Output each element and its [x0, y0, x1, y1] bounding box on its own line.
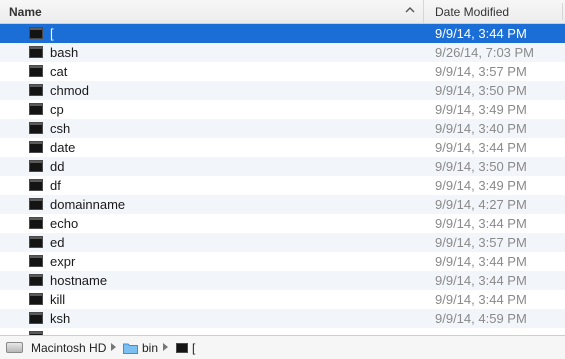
file-date-modified: 9/9/14, 3:44 PM	[435, 254, 527, 269]
file-row[interactable]: cat 9/9/14, 3:57 PM	[0, 62, 565, 81]
file-date-modified: 9/9/14, 4:27 PM	[435, 197, 527, 212]
file-row[interactable]: csh 9/9/14, 3:40 PM	[0, 119, 565, 138]
file-date-modified: 9/26/14, 7:03 PM	[435, 45, 535, 60]
terminal-exec-icon	[29, 103, 43, 115]
file-name: cat	[50, 64, 68, 79]
terminal-exec-icon	[29, 236, 43, 248]
path-item-macintosh-hd[interactable]: Macintosh HD	[31, 341, 106, 355]
terminal-exec-icon	[29, 46, 43, 58]
column-divider	[562, 3, 563, 20]
file-name: csh	[50, 121, 71, 136]
file-row[interactable]: ed 9/9/14, 3:57 PM	[0, 233, 565, 252]
file-name: date	[50, 140, 76, 155]
file-row[interactable]: kill 9/9/14, 3:44 PM	[0, 290, 565, 309]
path-item-bracket[interactable]: [	[192, 341, 195, 355]
file-date-modified: 9/9/14, 3:50 PM	[435, 83, 527, 98]
hard-disk-icon	[6, 342, 23, 353]
file-date-modified: 9/9/14, 3:57 PM	[435, 64, 527, 79]
file-name: cp	[50, 102, 64, 117]
file-name: domainname	[50, 197, 126, 212]
terminal-exec-icon	[29, 217, 43, 229]
file-date-modified: 9/9/14, 3:44 PM	[435, 273, 527, 288]
file-date-modified: 9/9/14, 3:44 PM	[435, 140, 527, 155]
file-row[interactable]: [9/9/14, 3:44 PM	[0, 24, 565, 43]
file-date-modified: 9/9/14, 4:59 PM	[435, 311, 527, 326]
terminal-exec-icon	[29, 198, 43, 210]
file-row[interactable]: dd 9/9/14, 3:50 PM	[0, 157, 565, 176]
path-bar: Macintosh HD bin [	[0, 335, 565, 359]
file-row[interactable]	[0, 328, 565, 335]
file-row[interactable]: bash 9/26/14, 7:03 PM	[0, 43, 565, 62]
file-name: hostname	[50, 273, 108, 288]
file-row[interactable]: expr 9/9/14, 3:44 PM	[0, 252, 565, 271]
path-separator-icon	[163, 343, 168, 351]
terminal-exec-icon	[29, 274, 43, 286]
terminal-exec-icon	[29, 65, 43, 77]
file-name: kill	[50, 292, 66, 307]
file-name: [	[50, 26, 54, 41]
terminal-exec-icon	[29, 84, 43, 96]
file-row[interactable]: hostname 9/9/14, 3:44 PM	[0, 271, 565, 290]
file-row[interactable]: date 9/9/14, 3:44 PM	[0, 138, 565, 157]
path-separator-icon	[111, 343, 116, 351]
chevron-up-icon	[405, 7, 415, 13]
file-date-modified: 9/9/14, 3:40 PM	[435, 121, 527, 136]
name-column-header[interactable]: Name	[0, 0, 424, 23]
terminal-exec-icon	[29, 255, 43, 267]
terminal-exec-icon	[29, 312, 43, 324]
name-column-label: Name	[9, 5, 42, 19]
file-date-modified: 9/9/14, 3:57 PM	[435, 235, 527, 250]
date-modified-column-header[interactable]: Date Modified	[424, 0, 565, 23]
file-row[interactable]: domainname 9/9/14, 4:27 PM	[0, 195, 565, 214]
terminal-exec-icon	[29, 160, 43, 172]
terminal-exec-icon	[29, 141, 43, 153]
file-name: expr	[50, 254, 76, 269]
date-modified-column-label: Date Modified	[435, 5, 510, 19]
folder-icon	[123, 343, 138, 354]
file-date-modified: 9/9/14, 3:44 PM	[435, 26, 527, 41]
file-name: chmod	[50, 83, 90, 98]
file-date-modified: 9/9/14, 3:49 PM	[435, 102, 527, 117]
path-item-bin[interactable]: bin	[142, 341, 158, 355]
file-row[interactable]: df 9/9/14, 3:49 PM	[0, 176, 565, 195]
file-row[interactable]: ksh 9/9/14, 4:59 PM	[0, 309, 565, 328]
file-row[interactable]: cp 9/9/14, 3:49 PM	[0, 100, 565, 119]
file-name: bash	[50, 45, 79, 60]
terminal-exec-icon	[29, 293, 43, 305]
file-list: [9/9/14, 3:44 PM bash 9/26/14, 7:03 PM cat 9…	[0, 24, 565, 335]
file-name: echo	[50, 216, 79, 231]
column-header: Name Date Modified	[0, 0, 565, 24]
file-date-modified: 9/9/14, 3:49 PM	[435, 178, 527, 193]
file-name: ed	[50, 235, 65, 250]
file-row[interactable]: chmod 9/9/14, 3:50 PM	[0, 81, 565, 100]
file-name: ksh	[50, 311, 71, 326]
file-date-modified: 9/9/14, 3:44 PM	[435, 216, 527, 231]
file-date-modified: 9/9/14, 3:50 PM	[435, 159, 527, 174]
file-name: df	[50, 178, 61, 193]
terminal-exec-icon	[29, 179, 43, 191]
file-row[interactable]: echo 9/9/14, 3:44 PM	[0, 214, 565, 233]
file-date-modified: 9/9/14, 3:44 PM	[435, 292, 527, 307]
terminal-exec-icon	[29, 122, 43, 134]
file-name: dd	[50, 159, 65, 174]
terminal-exec-icon	[176, 343, 188, 353]
terminal-exec-icon	[29, 27, 43, 39]
